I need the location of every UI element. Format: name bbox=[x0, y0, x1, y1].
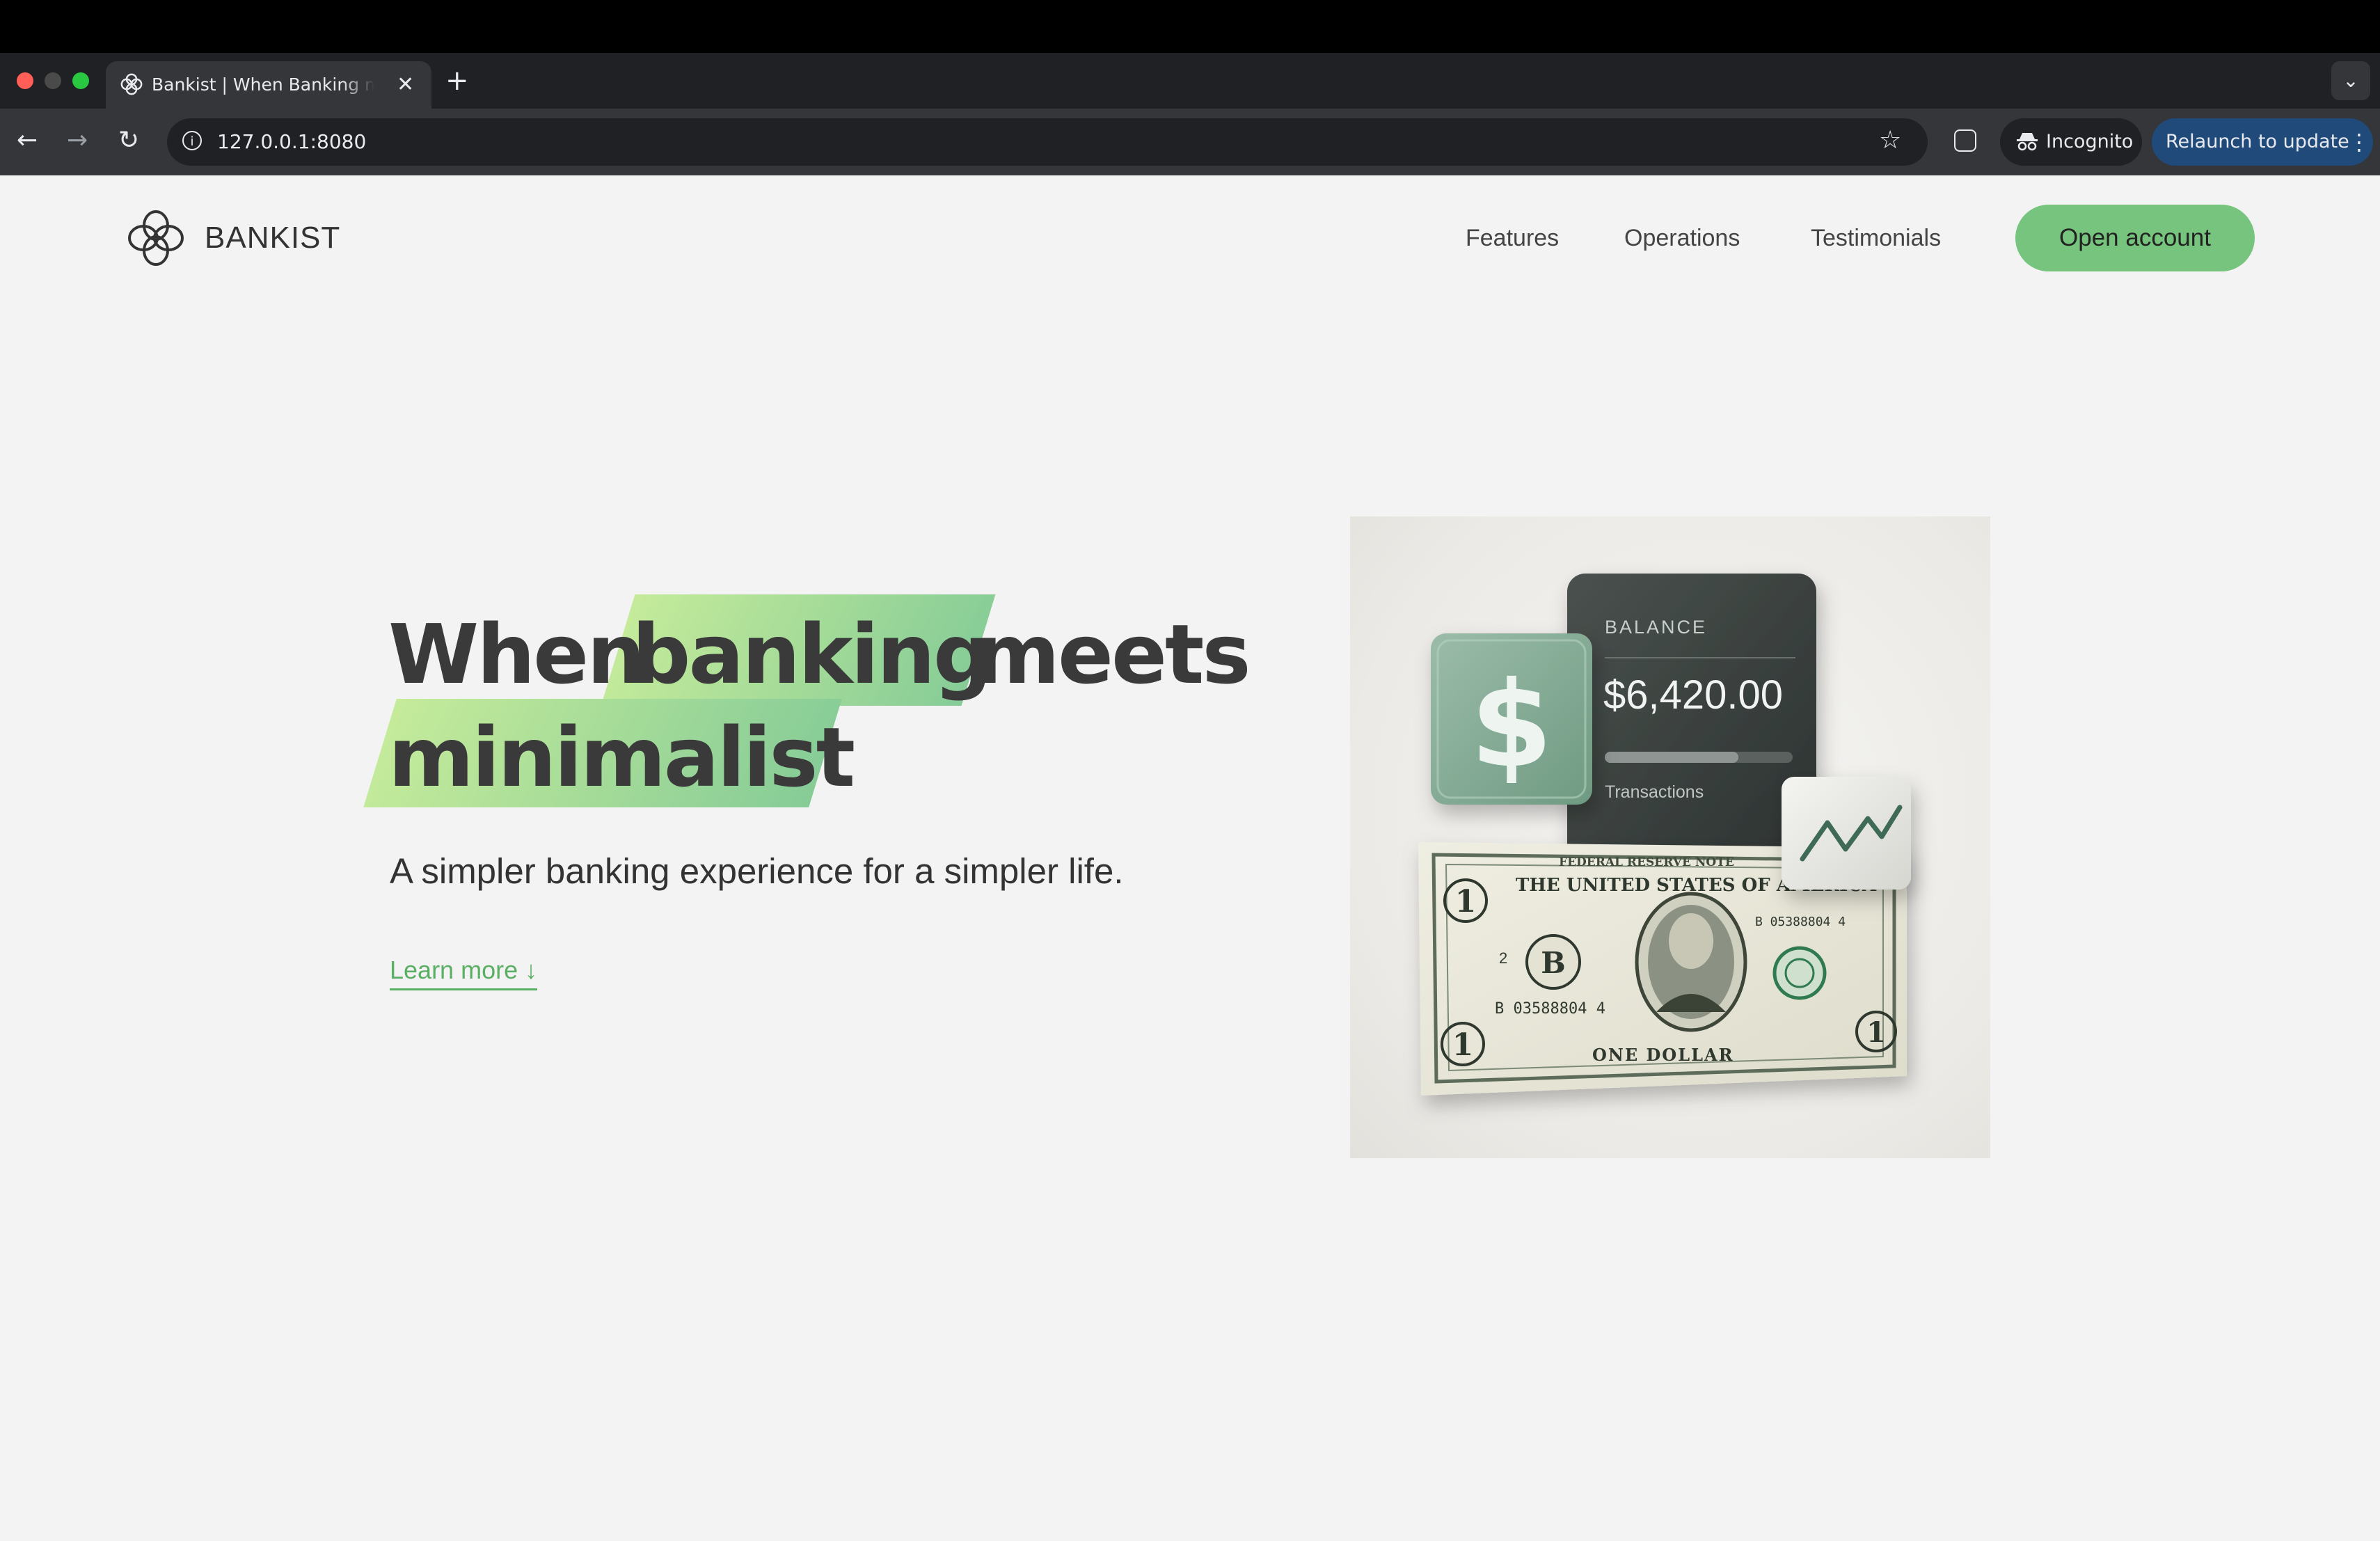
bankist-logo-icon[interactable] bbox=[122, 205, 189, 271]
brand-name[interactable]: BANKIST bbox=[205, 219, 340, 258]
incognito-icon bbox=[2017, 133, 2038, 151]
browser-menu-icon[interactable]: ⋮ bbox=[2348, 118, 2370, 166]
page-viewport: BANKIST Features Operations Testimonials… bbox=[0, 175, 2380, 1541]
nav-link-features[interactable]: Features bbox=[1466, 223, 1559, 253]
hero-subtitle: A simpler banking experience for a simpl… bbox=[390, 851, 1124, 891]
extensions-icon[interactable] bbox=[1954, 129, 1976, 152]
bill-serial-right: B 05388804 4 bbox=[1755, 915, 1846, 929]
site-info-icon[interactable]: i bbox=[182, 131, 202, 150]
learn-more-link[interactable]: Learn more ↓ bbox=[390, 954, 538, 990]
bill-corner-bottom-left: 1 bbox=[1452, 1027, 1474, 1063]
minimize-window-button[interactable] bbox=[45, 72, 61, 89]
address-bar[interactable]: i 127.0.0.1:8080 bbox=[167, 118, 1928, 166]
reload-button[interactable]: ↻ bbox=[118, 125, 139, 156]
bill-corner-top-left: 1 bbox=[1455, 884, 1477, 919]
hero-title-minimalist: minimalist bbox=[388, 709, 855, 805]
hero-illustration-art: BALANCE $6,420.00 Transactions $ FEDERAL… bbox=[1418, 574, 1911, 1096]
site-favicon-icon bbox=[120, 73, 143, 95]
hero-title-meets: meets bbox=[974, 606, 1251, 702]
relaunch-label: Relaunch to update bbox=[2166, 131, 2349, 152]
hero-title-banking: banking bbox=[632, 606, 992, 702]
bill-serial-left: B 03588804 4 bbox=[1495, 1000, 1605, 1018]
maximize-window-button[interactable] bbox=[72, 72, 89, 89]
incognito-badge[interactable]: Incognito bbox=[2000, 118, 2142, 166]
chart-tile bbox=[1782, 777, 1911, 890]
hero-illustration: BALANCE $6,420.00 Transactions $ FEDERAL… bbox=[1350, 516, 1990, 1158]
bill-small-number: 2 bbox=[1499, 949, 1507, 967]
back-button[interactable]: ← bbox=[17, 125, 38, 156]
url-text[interactable]: 127.0.0.1:8080 bbox=[217, 131, 366, 153]
hero-title-when: When bbox=[388, 606, 645, 702]
balance-amount: $6,420.00 bbox=[1603, 672, 1783, 718]
tab-search-button[interactable]: ⌄ bbox=[2331, 61, 2370, 100]
close-window-button[interactable] bbox=[17, 72, 33, 89]
forward-button[interactable]: → bbox=[67, 125, 88, 156]
bill-top-text: FEDERAL RESERVE NOTE bbox=[1559, 855, 1734, 869]
bill-corner-bottom-right: 1 bbox=[1866, 1016, 1886, 1049]
open-account-button[interactable]: Open account bbox=[2015, 205, 2255, 271]
nav-link-operations[interactable]: Operations bbox=[1624, 223, 1740, 253]
bookmark-star-icon[interactable]: ☆ bbox=[1879, 125, 1901, 156]
relaunch-update-button[interactable]: Relaunch to update ⋮ bbox=[2152, 118, 2373, 166]
window-titlebar bbox=[0, 0, 2380, 53]
tab-title: Bankist | When Banking meets minimalist bbox=[152, 74, 374, 95]
nav-link-testimonials[interactable]: Testimonials bbox=[1811, 223, 1941, 253]
dollar-sign-icon: $ bbox=[1470, 656, 1553, 794]
browser-tab[interactable]: Bankist | When Banking meets minimalist … bbox=[106, 61, 431, 109]
bill-bottom-text: ONE DOLLAR bbox=[1592, 1045, 1734, 1065]
close-tab-icon[interactable]: ✕ bbox=[397, 72, 414, 97]
transactions-label: Transactions bbox=[1605, 782, 1704, 802]
new-tab-button[interactable]: + bbox=[445, 64, 469, 97]
balance-label: BALANCE bbox=[1605, 617, 1707, 638]
incognito-label: Incognito bbox=[2046, 131, 2134, 152]
bill-seal-letter: B bbox=[1541, 946, 1566, 980]
